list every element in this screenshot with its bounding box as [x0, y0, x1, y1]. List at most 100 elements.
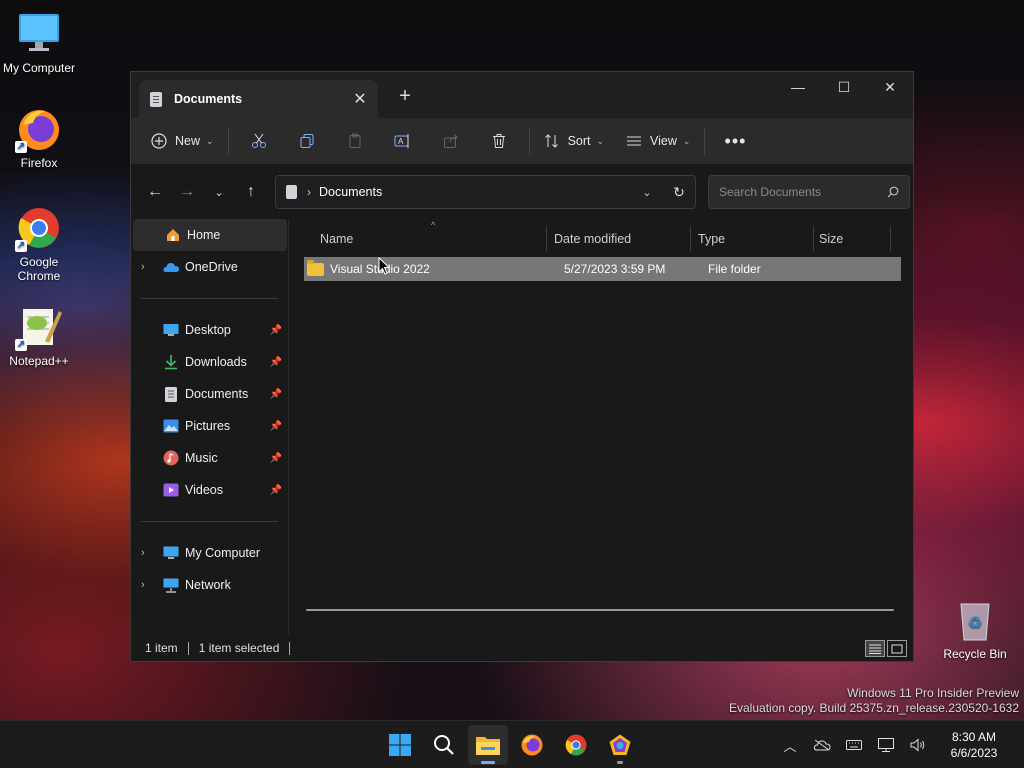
new-label: New [175, 134, 201, 148]
pin-icon[interactable]: 📌 [270, 389, 282, 400]
onedrive-tray-icon[interactable] [806, 725, 838, 765]
share-button[interactable] [427, 125, 475, 157]
nav-item-onedrive[interactable]: › OneDrive [131, 251, 288, 283]
address-dropdown-icon[interactable]: ⌄ [631, 186, 663, 199]
column-header-name[interactable]: ^ Name [304, 220, 547, 252]
taskbar-file-explorer[interactable] [468, 725, 508, 765]
column-header-type[interactable]: Type [691, 226, 814, 252]
desktop-icon-label: Google Chrome [17, 255, 61, 283]
taskbar-firefox[interactable] [512, 725, 552, 765]
nav-item-label: Videos [185, 483, 223, 497]
expand-chevron-icon[interactable]: › [141, 261, 145, 273]
forward-button[interactable]: → [171, 176, 203, 208]
pin-icon[interactable]: 📌 [270, 485, 282, 496]
tiles-view-button[interactable] [887, 640, 907, 657]
network-status-icon[interactable] [870, 725, 902, 765]
videos-icon [163, 482, 179, 498]
file-type-cell: File folder [708, 262, 826, 276]
refresh-icon[interactable]: ↻ [663, 184, 695, 201]
expand-chevron-icon[interactable]: › [141, 579, 145, 591]
firefox-icon [521, 734, 543, 756]
arrow-left-icon: ← [147, 183, 163, 200]
sort-button[interactable]: Sort ⌄ [536, 125, 612, 157]
recent-locations-button[interactable]: ⌄ [203, 176, 235, 208]
cut-button[interactable] [235, 125, 283, 157]
file-date: 5/27/2023 3:59 PM [564, 262, 666, 276]
nav-item-documents[interactable]: Documents 📌 [131, 378, 288, 410]
volume-icon[interactable] [902, 725, 934, 765]
file-name-cell: Visual Studio 2022 [304, 259, 564, 276]
view-toggle [865, 640, 907, 657]
pictures-icon [163, 418, 179, 434]
chevron-up-icon: ︿ [783, 738, 797, 754]
new-button[interactable]: New ⌄ [143, 125, 222, 157]
shortcut-arrow-icon: ↗ [15, 339, 27, 351]
search-placeholder: Search Documents [719, 185, 822, 199]
nav-item-network[interactable]: › Network [131, 569, 288, 601]
paste-button[interactable] [331, 125, 379, 157]
expand-chevron-icon[interactable]: › [141, 547, 145, 559]
horizontal-scrollbar[interactable] [306, 609, 894, 611]
nav-item-my-computer[interactable]: › My Computer [131, 537, 288, 569]
download-icon [163, 354, 179, 370]
delete-button[interactable] [475, 125, 523, 157]
table-row[interactable]: Visual Studio 2022 5/27/2023 3:59 PM Fil… [304, 257, 901, 281]
search-box[interactable]: Search Documents [708, 175, 910, 209]
document-icon [286, 185, 297, 199]
column-header-date[interactable]: Date modified [547, 226, 691, 252]
view-button[interactable]: View ⌄ [618, 125, 698, 157]
copy-button[interactable] [283, 125, 331, 157]
minimize-button[interactable]: — [775, 72, 821, 102]
pin-icon[interactable]: 📌 [270, 357, 282, 368]
document-icon [163, 386, 179, 402]
nav-divider [141, 298, 278, 299]
up-button[interactable]: ↑ [235, 176, 267, 208]
tab-documents[interactable]: Documents ✕ [139, 80, 378, 118]
title-bar: Documents ✕ + — ☐ ✕ [131, 72, 913, 118]
maximize-button[interactable]: ☐ [821, 72, 867, 102]
keyboard-icon[interactable] [838, 725, 870, 765]
pin-icon[interactable]: 📌 [270, 325, 282, 336]
details-view-button[interactable] [865, 640, 885, 657]
desktop-icon-recycle-bin[interactable]: ♻ Recycle Bin [936, 596, 1014, 661]
nav-item-pictures[interactable]: Pictures 📌 [131, 410, 288, 442]
taskbar-chrome[interactable] [556, 725, 596, 765]
nav-item-home[interactable]: Home [133, 219, 287, 251]
nav-item-label: Documents [185, 387, 249, 401]
search-button[interactable] [424, 725, 464, 765]
column-header-size[interactable]: Size [814, 226, 891, 252]
chevron-down-icon: ⌄ [596, 135, 605, 146]
desktop-icon-firefox[interactable]: ↗ Firefox [0, 105, 78, 170]
desktop-icon-my-computer[interactable]: My Computer [0, 10, 78, 75]
desktop-icon-notepadpp[interactable]: ↗ Notepad++ [0, 303, 78, 368]
monitor-icon [15, 10, 63, 58]
copy-icon [300, 134, 314, 148]
back-button[interactable]: ← [139, 176, 171, 208]
pin-icon[interactable]: 📌 [270, 421, 282, 432]
watermark-line1: Windows 11 Pro Insider Preview [847, 686, 1019, 700]
chrome-icon [565, 734, 587, 756]
nav-item-videos[interactable]: Videos 📌 [131, 474, 288, 506]
new-tab-button[interactable]: + [391, 82, 419, 110]
pin-icon[interactable]: 📌 [270, 453, 282, 464]
show-hidden-icons-button[interactable]: ︿ [774, 725, 806, 765]
close-tab-icon[interactable]: ✕ [346, 85, 374, 113]
svg-text:A: A [398, 137, 404, 146]
nav-item-desktop[interactable]: Desktop 📌 [131, 314, 288, 346]
clock[interactable]: 8:30 AM 6/6/2023 [934, 729, 1014, 761]
taskbar-app-pentagon[interactable] [600, 725, 640, 765]
rename-button[interactable]: A [379, 125, 427, 157]
start-button[interactable] [380, 725, 420, 765]
desktop-icon-chrome[interactable]: ↗ Google Chrome [0, 204, 78, 283]
nav-item-downloads[interactable]: Downloads 📌 [131, 346, 288, 378]
more-options-button[interactable]: ••• [711, 125, 759, 157]
status-divider [187, 641, 189, 655]
address-bar[interactable]: › Documents ⌄ ↻ [275, 175, 696, 209]
close-button[interactable]: ✕ [867, 72, 913, 102]
windows-logo-icon [389, 734, 411, 756]
breadcrumb[interactable]: Documents [319, 185, 631, 199]
chrome-icon: ↗ [15, 204, 63, 252]
network-icon [163, 577, 179, 593]
recycle-bin-icon: ♻ [951, 596, 999, 644]
nav-item-music[interactable]: Music 📌 [131, 442, 288, 474]
